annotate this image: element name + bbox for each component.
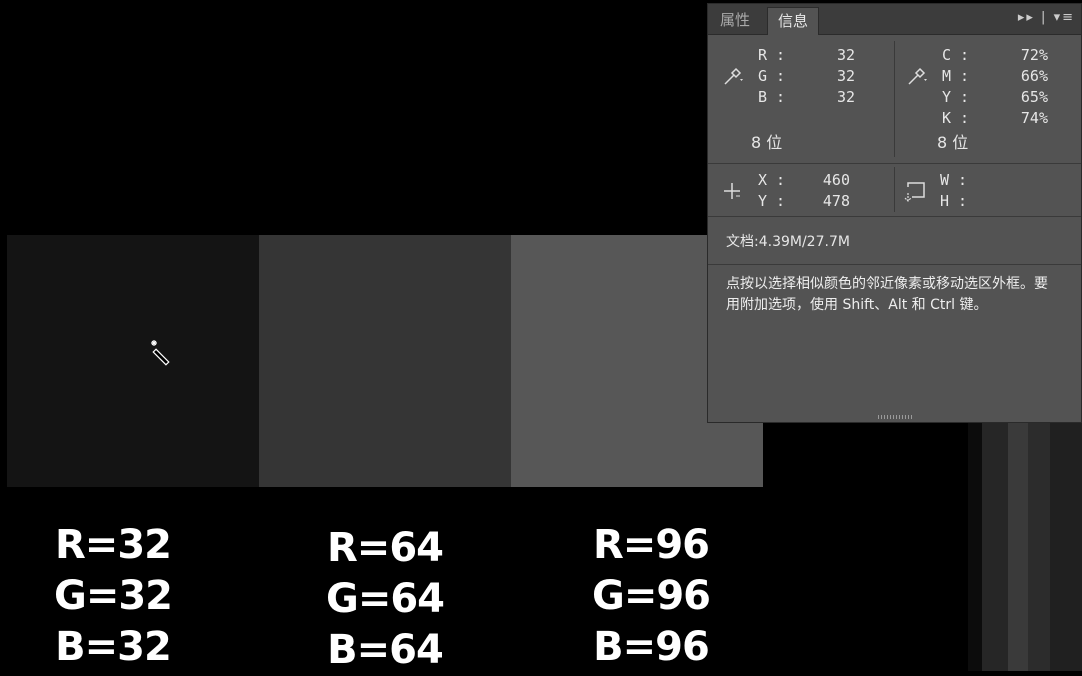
label-b: B=96 [593, 624, 710, 670]
label-g: G=96 [591, 573, 711, 619]
crosshair-icon [724, 183, 740, 199]
eyedropper-icon[interactable] [722, 65, 744, 87]
readout-h: H : [940, 192, 968, 210]
position-readout-section: X :460 Y :478 W : H : [708, 163, 1081, 217]
tab-properties[interactable]: 属性 [710, 7, 760, 34]
label-g: G=64 [325, 576, 445, 622]
readout-x: X :460 [758, 171, 850, 189]
label-b: B=64 [327, 627, 444, 673]
readout-k: K :74% [942, 109, 1048, 127]
panel-resize-grip[interactable] [878, 415, 912, 419]
label-r: R=64 [327, 525, 444, 571]
readout-r: R :32 [758, 46, 855, 64]
swatch-rgb-32[interactable] [7, 235, 259, 487]
magic-wand-icon [151, 340, 170, 366]
readout-m: M :66% [942, 67, 1048, 85]
document-size-text: 文档:4.39M/27.7M [726, 234, 850, 250]
cmyk-bit-depth: 8 位 [937, 133, 969, 152]
info-panel: 属性 信息 ▸▸ | ▾≡ R :32 G :32 B :32 8 位 C :7… [707, 3, 1082, 423]
label-g: G=32 [53, 573, 173, 619]
readout-w: W : [940, 171, 968, 189]
tab-info[interactable]: 信息 [767, 7, 820, 35]
readout-c: C :72% [942, 46, 1048, 64]
label-r: R=32 [55, 522, 172, 568]
selection-size-icon [904, 182, 925, 202]
color-swatches [7, 235, 763, 487]
color-readout-section: R :32 G :32 B :32 8 位 C :72% M :66% Y :6… [708, 35, 1081, 164]
swatch-label-96: R=96 G=96 B=96 [531, 520, 771, 673]
panel-menu-button[interactable]: ▸▸ | ▾≡ [1018, 10, 1075, 25]
readout-g: G :32 [758, 67, 855, 85]
eyedropper-icon[interactable] [906, 65, 928, 87]
tool-hint-text: 点按以选择相似颜色的邻近像素或移动选区外框。要用附加选项，使用 Shift、Al… [726, 276, 1048, 313]
label-r: R=96 [593, 522, 710, 568]
workspace-edge [968, 420, 1082, 671]
swatch-label-64: R=64 G=64 B=64 [265, 523, 505, 676]
label-b: B=32 [55, 624, 172, 670]
readout-y: Y :65% [942, 88, 1048, 106]
swatch-label-32: R=32 G=32 B=32 [0, 520, 233, 673]
readout-y-pos: Y :478 [758, 192, 850, 210]
panel-tab-bar: 属性 信息 ▸▸ | ▾≡ [708, 4, 1081, 35]
readout-b: B :32 [758, 88, 855, 106]
swatch-rgb-64[interactable] [259, 235, 511, 487]
rgb-bit-depth: 8 位 [751, 133, 783, 152]
